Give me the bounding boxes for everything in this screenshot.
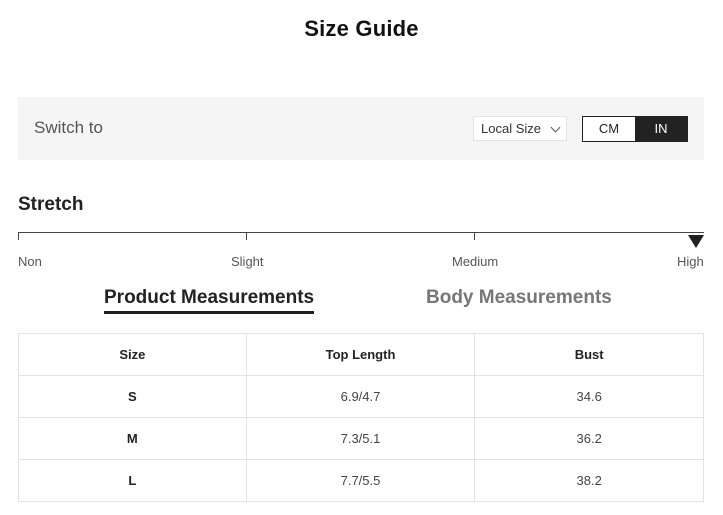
cell-bust: 38.2 (474, 459, 704, 502)
stretch-label-slight: Slight (231, 254, 264, 269)
page-title: Size Guide (304, 16, 419, 41)
table-row: S 6.9/4.7 34.6 (18, 375, 704, 418)
stretch-scale-line (18, 232, 704, 233)
stretch-label-medium: Medium (452, 254, 499, 269)
unit-switch-bar: Switch to Local Size CM IN (18, 97, 704, 160)
unit-toggle: CM IN (582, 116, 688, 142)
size-table: Size Top Length Bust S 6.9/4.7 34.6 M 7.… (18, 333, 704, 502)
cell-bust: 34.6 (474, 375, 704, 418)
table-row: M 7.3/5.1 36.2 (18, 417, 704, 460)
stretch-title: Stretch (18, 194, 84, 215)
measurement-tabs: Product Measurements Body Measurements (0, 287, 723, 319)
stretch-tick-medium (474, 232, 475, 240)
switch-to-label: Switch to (34, 118, 103, 137)
cell-top-length: 7.7/5.5 (245, 459, 476, 502)
stretch-tick-non (18, 232, 19, 240)
stretch-label-high: High (677, 254, 704, 269)
cell-top-length: 7.3/5.1 (245, 417, 476, 460)
unit-in-button[interactable]: IN (635, 117, 687, 141)
unit-cm-button[interactable]: CM (583, 117, 635, 141)
header-bust: Bust (474, 333, 704, 376)
tab-product-measurements[interactable]: Product Measurements (104, 287, 315, 314)
table-row: L 7.7/5.5 38.2 (18, 459, 704, 502)
stretch-label-non: Non (18, 254, 42, 269)
table-header-row: Size Top Length Bust (18, 333, 704, 376)
stretch-tick-slight (246, 232, 247, 240)
cell-size: L (18, 459, 247, 502)
header-top-length: Top Length (245, 333, 476, 376)
cell-bust: 36.2 (474, 417, 704, 460)
cell-size: M (18, 417, 247, 460)
tab-body-measurements[interactable]: Body Measurements (426, 287, 612, 309)
local-size-value: Local Size (481, 121, 541, 136)
local-size-select[interactable]: Local Size (473, 116, 567, 141)
chevron-down-icon (550, 122, 561, 133)
stretch-marker-icon (688, 235, 704, 248)
cell-top-length: 6.9/4.7 (245, 375, 476, 418)
header-size: Size (18, 333, 247, 376)
cell-size: S (18, 375, 247, 418)
